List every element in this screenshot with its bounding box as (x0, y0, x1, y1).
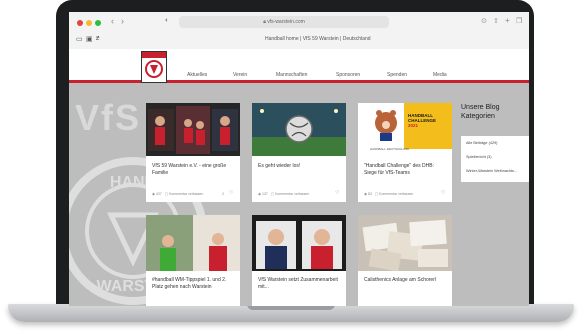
heart-icon[interactable]: ♡ (441, 190, 445, 196)
browser-chrome: ‹ › ◐ 🔒︎ vfs-warstein.com ⊙ ⇧ + ❐ ▭ ▣ ƶ … (69, 12, 529, 50)
team-photo (146, 103, 240, 156)
post-meta: ◉ 137 ▢ Kommentar verfassen (258, 192, 309, 196)
nav-media[interactable]: Media (433, 72, 447, 78)
blog-post-card[interactable]: VfS 59 Warstein e.V. - eine große Famili… (146, 103, 240, 202)
post-title[interactable]: #handball WM-Tippspiel 1. und 2. Platz g… (152, 277, 236, 290)
product-mockup: ‹ › ◐ 🔒︎ vfs-warstein.com ⊙ ⇧ + ❐ ▭ ▣ ƶ … (0, 0, 582, 331)
url-bar[interactable]: 🔒︎ vfs-warstein.com (179, 16, 389, 28)
view-count: 137 (262, 192, 268, 196)
plus-icon[interactable]: + (505, 16, 510, 25)
post-title[interactable]: VfS Warstein setzt Zusammenarbeit mit... (258, 277, 342, 290)
nav-sponsoren[interactable]: Sponsoren (336, 72, 360, 78)
cooperation-photo (252, 215, 346, 271)
tabs-icon[interactable]: ❐ (516, 17, 522, 25)
download-icon[interactable]: ⊙ (481, 17, 487, 25)
blog-post-card[interactable]: Es geht wieder los! ◉ 137 ▢ Kommentar ve… (252, 103, 346, 202)
category-item[interactable]: Winter-Warstein Weihnachts... (466, 169, 517, 173)
comment-link[interactable]: Kommentar verfassen (169, 192, 203, 196)
like-count: 2 (222, 192, 224, 196)
blog-post-card[interactable]: VfS Warstein setzt Zusammenarbeit mit... (252, 215, 346, 306)
post-title[interactable]: Calisthenics Anlage am Schorerl (364, 277, 448, 284)
post-thumbnail (146, 103, 240, 156)
category-item[interactable]: Spielbericht (3) (466, 155, 492, 159)
comment-link[interactable]: Kommentar verfassen (379, 192, 413, 196)
post-meta: ◉ 83 ▢ Kommentar verfassen (364, 192, 413, 196)
blog-categories: Unsere Blog Kategorien Alle Beiträge (42… (461, 104, 529, 182)
website: VfS 59 HAND WARSTEI Aktuelles Verein Man… (69, 49, 529, 306)
maximize-window-button[interactable] (95, 20, 101, 26)
post-thumbnail: HANDBALL CHALLENGE 2021 HANDBALL-DEUTSCH… (358, 103, 452, 156)
shield-icon[interactable]: ◐ (165, 17, 169, 24)
minimize-window-button[interactable] (86, 20, 92, 26)
post-thumbnail (146, 215, 240, 271)
tab-bar: ▭ ▣ ƶ Handball home | VfS 59 Warstein | … (69, 33, 529, 48)
view-count: 427 (156, 192, 162, 196)
url-text: vfs-warstein.com (267, 19, 305, 25)
post-meta: ◉ 427 ▢ Kommentar verfassen (152, 192, 203, 196)
post-thumbnail (252, 103, 346, 156)
post-title[interactable]: Es geht wieder los! (258, 163, 342, 170)
comment-link[interactable]: Kommentar verfassen (275, 192, 309, 196)
close-window-button[interactable] (77, 20, 83, 26)
nav-aktuelles[interactable]: Aktuelles (187, 72, 207, 78)
post-title[interactable]: "Handball Challenge" des DHB: Siege für … (364, 163, 448, 176)
club-logo-graphic (142, 52, 166, 78)
categories-title: Unsere Blog Kategorien (461, 104, 500, 120)
nav-spenden[interactable]: Spenden (387, 72, 407, 78)
badge-line3: 2021 (408, 123, 419, 128)
blog-post-card[interactable]: HANDBALL CHALLENGE 2021 HANDBALL-DEUTSCH… (358, 103, 452, 202)
nav-mannschaften[interactable]: Mannschaften (276, 72, 307, 78)
post-thumbnail (358, 215, 452, 271)
share-icon[interactable]: ⇧ (493, 17, 499, 25)
heart-icon[interactable]: ♡ (335, 190, 339, 196)
tab-title[interactable]: Handball home | VfS 59 Warstein | Deutsc… (265, 36, 371, 42)
heart-icon[interactable]: ♡ (229, 190, 233, 196)
post-title[interactable]: VfS 59 Warstein e.V. - eine große Famili… (152, 163, 236, 176)
blog-post-card[interactable]: #handball WM-Tippspiel 1. und 2. Platz g… (146, 215, 240, 306)
category-item[interactable]: Alle Beiträge (429) (466, 141, 497, 145)
flyers-photo (358, 215, 452, 271)
handball-photo (252, 103, 346, 156)
post-thumbnail (252, 215, 346, 271)
back-icon[interactable]: ‹ (111, 16, 114, 26)
sidebar-icon[interactable]: ▭ (76, 35, 83, 43)
extension-icon[interactable]: ƶ (96, 35, 100, 42)
header-accent-line (69, 80, 529, 83)
forward-icon[interactable]: › (121, 16, 124, 26)
categories-list: Alle Beiträge (429) Spielbericht (3) Win… (461, 136, 529, 182)
reader-icon[interactable]: ▣ (86, 35, 93, 43)
club-logo[interactable] (141, 51, 167, 83)
players-photo (146, 215, 240, 271)
badge-footer: HANDBALL-DEUTSCHLAND (370, 147, 410, 151)
laptop-screen: ‹ › ◐ 🔒︎ vfs-warstein.com ⊙ ⇧ + ❐ ▭ ▣ ƶ … (69, 12, 529, 306)
view-count: 83 (368, 192, 372, 196)
nav-verein[interactable]: Verein (233, 72, 247, 78)
blog-post-card[interactable]: Calisthenics Anlage am Schorerl (358, 215, 452, 306)
